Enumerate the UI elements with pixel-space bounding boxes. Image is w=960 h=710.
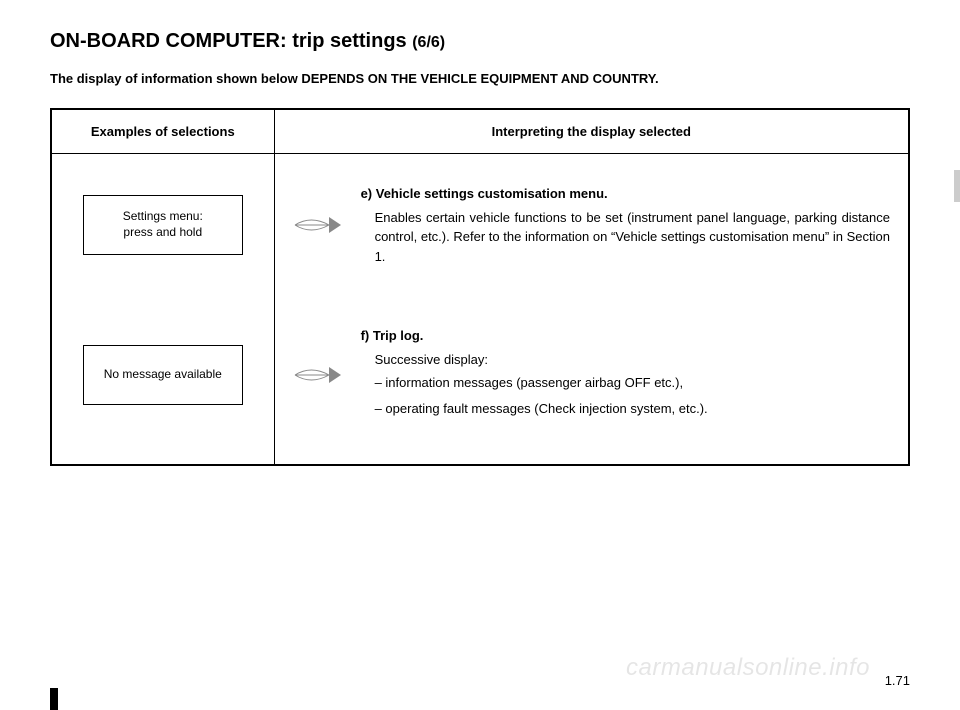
interpretation-text: f) Trip log. Successive display: informa… [361,326,708,424]
table-row: Settings menu:press and hold e) Vehicle … [51,154,909,297]
page-number: 1.71 [885,673,910,688]
depends-note: The display of information shown below D… [50,71,910,86]
item-list: information messages (passenger airbag O… [361,373,708,418]
arrow-icon [293,363,343,387]
item-lead: e) Vehicle settings customisation menu. [361,184,890,204]
title-main: ON-BOARD COMPUTER: trip settings [50,30,412,52]
bottom-tick [50,688,58,710]
settings-table: Examples of selections Interpreting the … [50,108,910,466]
header-interpreting: Interpreting the display selected [274,109,909,154]
arrow-icon [293,213,343,237]
item-sub: Successive display: [361,350,708,370]
interpretation-text: e) Vehicle settings customisation menu. … [361,184,890,266]
header-examples: Examples of selections [51,109,274,154]
page-title: ON-BOARD COMPUTER: trip settings (6/6) [50,30,910,53]
watermark: carmanualsonline.info [626,654,870,682]
title-sub: (6/6) [412,34,445,51]
item-lead: f) Trip log. [361,326,708,346]
display-no-message: No message available [83,345,243,405]
side-tab [954,170,960,202]
item-body: Enables certain vehicle functions to be … [361,208,890,267]
list-item: operating fault messages (Check injectio… [375,399,708,419]
display-settings-menu: Settings menu:press and hold [83,195,243,255]
table-row: No message available f) Trip log. [51,296,909,465]
list-item: information messages (passenger airbag O… [375,373,708,393]
